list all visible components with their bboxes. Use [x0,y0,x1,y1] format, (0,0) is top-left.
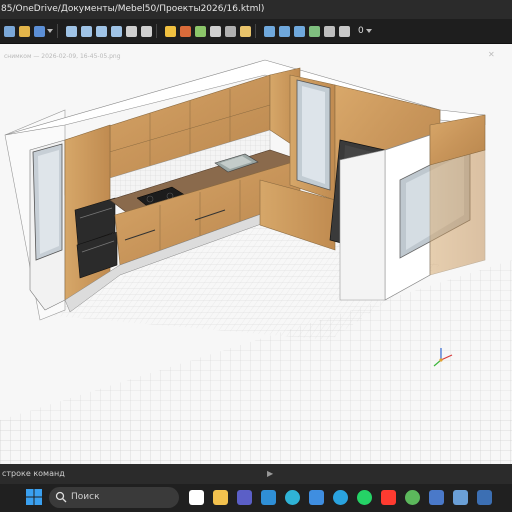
orbit-icon[interactable] [141,25,152,37]
partition-wall-edge [339,149,386,301]
layers-icon[interactable] [195,25,206,37]
measure-icon[interactable] [210,25,221,37]
app-window-icon[interactable] [429,490,444,505]
save-icon[interactable] [34,25,45,37]
zoom-extents-icon[interactable] [111,25,122,37]
wireframe-icon[interactable] [324,25,335,37]
edge-icon[interactable] [285,490,300,505]
search-placeholder: Поиск [71,492,100,502]
toolbar: 0 [0,19,512,44]
taskbar-search[interactable]: Поиск [49,487,179,508]
file-explorer-icon[interactable] [213,490,228,505]
camera-icon[interactable] [339,25,350,37]
app-window-3-icon[interactable] [477,490,492,505]
render-icon[interactable] [165,25,176,37]
view-iso-icon[interactable] [294,25,305,37]
new-file-icon[interactable] [4,25,15,37]
zoom-window-icon[interactable] [96,25,107,37]
zoom-out-icon[interactable] [81,25,92,37]
command-line-label: строке команд [2,469,65,478]
whatsapp-icon[interactable] [357,490,372,505]
toolbar-separator [57,24,58,38]
task-view-icon[interactable] [189,490,204,505]
toolbar-separator [156,24,157,38]
toolbar-separator [255,24,256,38]
title-bar: 85/OneDrive/Документы/Mebel50/Проекты202… [0,0,512,19]
microsoft-store-icon[interactable] [309,490,324,505]
properties-icon[interactable] [240,25,251,37]
zoom-dropdown-icon[interactable] [365,29,372,33]
windows-start-icon[interactable] [26,489,42,505]
search-icon [55,491,67,512]
materials-icon[interactable] [180,25,191,37]
print-icon[interactable] [225,25,236,37]
zoom-in-icon[interactable] [66,25,77,37]
partition-wood-side [429,149,486,276]
open-folder-icon[interactable] [19,25,30,37]
zoom-value[interactable]: 0 [358,26,364,36]
telegram-icon[interactable] [333,490,348,505]
scroll-right-icon[interactable]: ▶ [267,464,273,484]
utorrent-icon[interactable] [405,490,420,505]
gallery-icon[interactable] [261,490,276,505]
kitchen-3d-scene[interactable] [0,44,512,464]
yandex-browser-icon[interactable] [381,490,396,505]
window-title: 85/OneDrive/Документы/Mebel50/Проекты202… [1,4,265,14]
3d-viewport[interactable]: снимком — 2026-02-09, 16-45-05.png ✕ [0,44,512,464]
command-line[interactable]: строке команд ▶ [0,464,512,484]
view-front-icon[interactable] [264,25,275,37]
app-window-2-icon[interactable] [453,490,468,505]
pan-icon[interactable] [126,25,137,37]
shade-icon[interactable] [309,25,320,37]
view-top-icon[interactable] [279,25,290,37]
teams-icon[interactable] [237,490,252,505]
dropdown-icon[interactable] [47,29,53,33]
